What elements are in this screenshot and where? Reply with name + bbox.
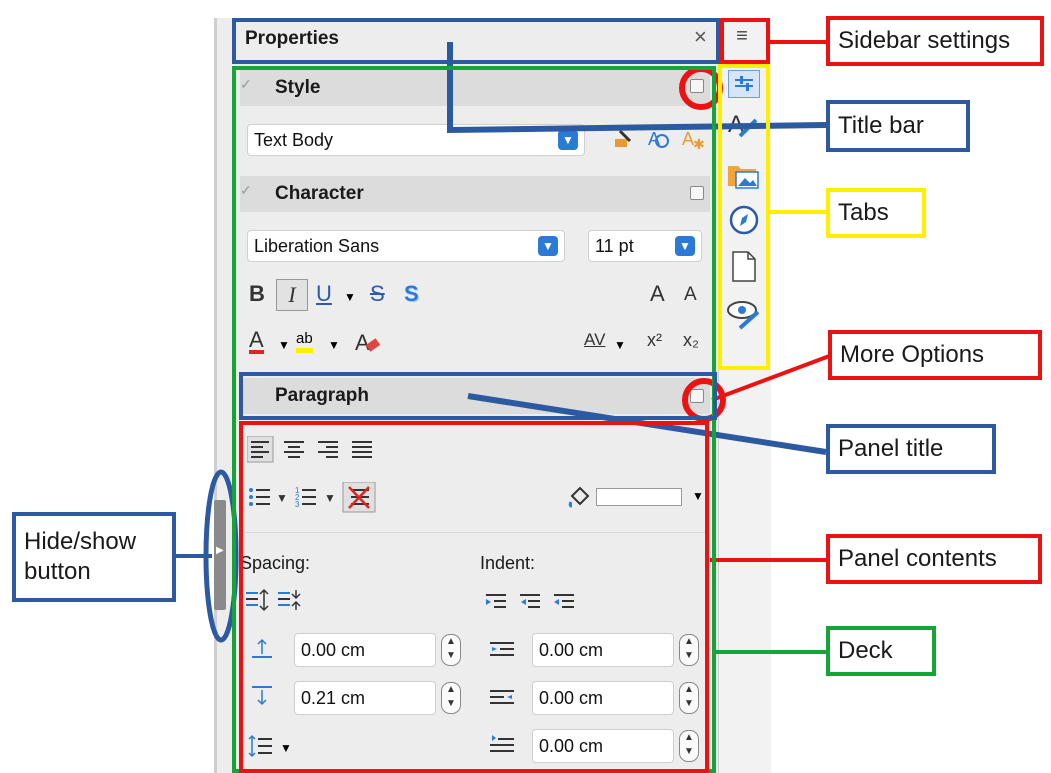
title-bar-highlight <box>232 18 720 64</box>
callout-deck: Deck <box>826 626 936 676</box>
callout-panel-title: Panel title <box>826 424 996 474</box>
callout-hide-show: Hide/show button <box>12 512 176 602</box>
callout-sidebar-settings: Sidebar settings <box>826 16 1044 66</box>
tabs-highlight <box>718 64 770 370</box>
callout-more-options: More Options <box>828 330 1042 380</box>
callout-hide-show-line1: Hide/show <box>24 528 137 555</box>
callout-tabs: Tabs <box>826 188 926 238</box>
panel-title-highlight <box>239 372 717 420</box>
callout-title-bar: Title bar <box>826 100 970 152</box>
panel-contents-highlight <box>239 421 709 773</box>
callout-panel-contents: Panel contents <box>826 534 1042 584</box>
sidebar-settings-highlight <box>720 18 770 64</box>
callout-hide-show-line2: button <box>24 558 91 585</box>
